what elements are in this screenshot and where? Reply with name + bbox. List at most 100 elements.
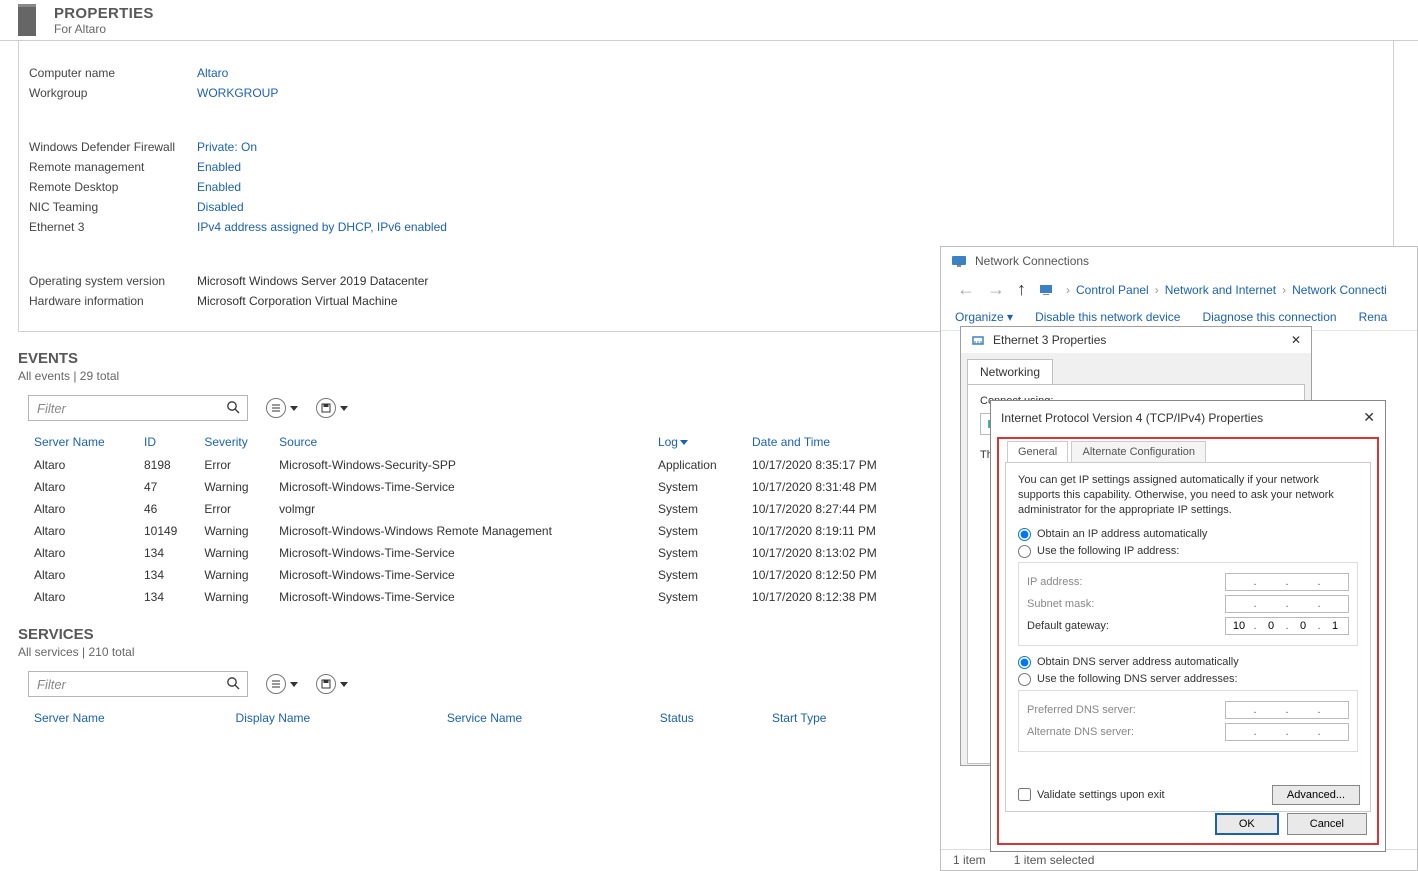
property-label: Remote Desktop — [29, 180, 197, 194]
radio-manual-ip[interactable]: Use the following IP address: — [1018, 545, 1358, 558]
subnet-mask-input[interactable]: ... — [1225, 595, 1349, 613]
table-cell: 8198 — [138, 454, 198, 477]
table-row[interactable]: Altaro47WarningMicrosoft-Windows-Time-Se… — [28, 476, 928, 498]
property-value[interactable]: WORKGROUP — [197, 86, 278, 100]
search-icon[interactable] — [226, 676, 240, 690]
events-columns-button[interactable] — [266, 398, 298, 418]
gateway-input[interactable]: . . . — [1225, 617, 1349, 635]
table-cell: Microsoft-Windows-Time-Service — [273, 542, 652, 564]
property-value[interactable]: Enabled — [197, 180, 241, 194]
table-header[interactable]: Server Name — [28, 707, 230, 730]
table-header[interactable]: Server Name — [28, 431, 138, 454]
table-row[interactable]: Altaro134WarningMicrosoft-Windows-Time-S… — [28, 586, 928, 608]
table-cell: Microsoft-Windows-Security-SPP — [273, 454, 652, 477]
property-value[interactable]: IPv4 address assigned by DHCP, IPv6 enab… — [197, 220, 447, 234]
breadcrumb-item[interactable]: Control Panel — [1076, 283, 1149, 297]
close-icon[interactable]: ✕ — [1291, 333, 1301, 347]
services-save-button[interactable] — [316, 674, 348, 694]
organize-button[interactable]: Organize ▾ — [955, 310, 1013, 324]
list-icon — [266, 398, 286, 418]
table-cell: 10/17/2020 8:12:50 PM — [746, 564, 928, 586]
table-cell: System — [652, 586, 746, 608]
alternate-dns-input[interactable]: ... — [1225, 723, 1349, 741]
property-value: Microsoft Corporation Virtual Machine — [197, 294, 398, 308]
ip-address-input[interactable]: ... — [1225, 573, 1349, 591]
property-label: NIC Teaming — [29, 200, 197, 214]
navigation-bar: ← → ↑ › Control Panel › Network and Inte… — [941, 275, 1417, 304]
events-filter-input[interactable] — [28, 395, 248, 421]
table-cell: 10/17/2020 8:31:48 PM — [746, 476, 928, 498]
property-value[interactable]: Enabled — [197, 160, 241, 174]
dialog-title: Ethernet 3 Properties — [993, 333, 1106, 347]
table-cell: System — [652, 564, 746, 586]
table-cell: 134 — [138, 586, 198, 608]
table-header[interactable]: Severity — [198, 431, 273, 454]
radio-auto-ip[interactable]: Obtain an IP address automatically — [1018, 528, 1358, 541]
property-value[interactable]: Altaro — [197, 66, 228, 80]
breadcrumb-item[interactable]: Network and Internet — [1165, 283, 1276, 297]
table-row[interactable]: Altaro134WarningMicrosoft-Windows-Time-S… — [28, 542, 928, 564]
table-cell: Microsoft-Windows-Time-Service — [273, 564, 652, 586]
properties-subtitle: For Altaro — [54, 22, 154, 36]
breadcrumb-item[interactable]: Network Connecti — [1292, 283, 1387, 297]
property-value[interactable]: Disabled — [197, 200, 244, 214]
up-arrow-icon[interactable]: ↑ — [1011, 279, 1032, 300]
table-cell: 134 — [138, 542, 198, 564]
table-cell: Error — [198, 454, 273, 477]
table-cell: Altaro — [28, 476, 138, 498]
table-cell: Microsoft-Windows-Time-Service — [273, 476, 652, 498]
table-row[interactable]: Altaro8198ErrorMicrosoft-Windows-Securit… — [28, 454, 928, 477]
table-header[interactable]: Status — [654, 707, 766, 730]
events-save-button[interactable] — [316, 398, 348, 418]
status-selected-count: 1 item selected — [1014, 853, 1095, 867]
radio-auto-dns[interactable]: Obtain DNS server address automatically — [1018, 656, 1358, 669]
status-item-count: 1 item — [953, 853, 986, 867]
table-cell: Error — [198, 498, 273, 520]
table-header[interactable]: Source — [273, 431, 652, 454]
window-title: Network Connections — [975, 254, 1089, 268]
table-cell: System — [652, 476, 746, 498]
table-cell: 10/17/2020 8:12:38 PM — [746, 586, 928, 608]
table-header[interactable]: Display Name — [230, 707, 441, 730]
table-cell: 134 — [138, 564, 198, 586]
property-value[interactable]: Private: On — [197, 140, 257, 154]
table-row[interactable]: Altaro46ErrorvolmgrSystem10/17/2020 8:27… — [28, 498, 928, 520]
tab-alternate[interactable]: Alternate Configuration — [1071, 441, 1206, 462]
rename-button[interactable]: Rena — [1359, 310, 1388, 324]
tab-general[interactable]: General — [1007, 441, 1068, 462]
ok-button[interactable]: OK — [1215, 813, 1279, 835]
gateway-label: Default gateway: — [1027, 620, 1109, 632]
back-arrow-icon[interactable]: ← — [951, 279, 981, 300]
property-row: Windows Defender FirewallPrivate: On — [29, 137, 1393, 157]
table-row[interactable]: Altaro10149WarningMicrosoft-Windows-Wind… — [28, 520, 928, 542]
server-icon — [18, 4, 36, 36]
diagnose-button[interactable]: Diagnose this connection — [1202, 310, 1336, 324]
forward-arrow-icon[interactable]: → — [981, 279, 1011, 300]
property-row: Remote DesktopEnabled — [29, 177, 1393, 197]
table-row[interactable]: Altaro134WarningMicrosoft-Windows-Time-S… — [28, 564, 928, 586]
validate-checkbox[interactable]: Validate settings upon exit — [1018, 788, 1165, 801]
table-header[interactable]: Date and Time — [746, 431, 928, 454]
property-row: NIC TeamingDisabled — [29, 197, 1393, 217]
table-header[interactable]: Start Type — [766, 707, 928, 730]
services-filter-input[interactable] — [28, 671, 248, 697]
table-cell: Warning — [198, 520, 273, 542]
tab-networking[interactable]: Networking — [967, 359, 1053, 384]
preferred-dns-input[interactable]: ... — [1225, 701, 1349, 719]
disable-device-button[interactable]: Disable this network device — [1035, 310, 1180, 324]
services-columns-button[interactable] — [266, 674, 298, 694]
close-icon[interactable]: ✕ — [1363, 409, 1375, 426]
table-cell: volmgr — [273, 498, 652, 520]
table-header[interactable]: Log — [652, 431, 746, 454]
property-label: Workgroup — [29, 86, 197, 100]
property-label: Operating system version — [29, 274, 197, 288]
search-icon[interactable] — [226, 400, 240, 414]
table-header[interactable]: Service Name — [441, 707, 654, 730]
status-bar: 1 item 1 item selected — [941, 849, 1417, 870]
table-cell: Warning — [198, 564, 273, 586]
radio-manual-dns[interactable]: Use the following DNS server addresses: — [1018, 673, 1358, 686]
cancel-button[interactable]: Cancel — [1287, 813, 1367, 835]
info-text: You can get IP settings assigned automat… — [1018, 473, 1358, 518]
table-header[interactable]: ID — [138, 431, 198, 454]
advanced-button[interactable]: Advanced... — [1272, 785, 1360, 805]
